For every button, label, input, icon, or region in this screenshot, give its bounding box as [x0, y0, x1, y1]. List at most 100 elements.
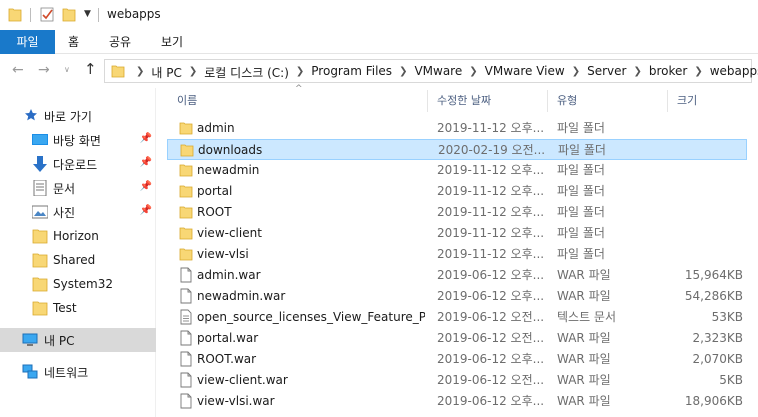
file-size — [668, 140, 744, 161]
sidebar-item-system32[interactable]: System32 — [0, 272, 156, 296]
column-header-date[interactable]: 수정한 날짜 — [437, 88, 547, 114]
file-date: 2019-06-12 오후... — [437, 289, 545, 303]
column-divider[interactable] — [427, 90, 428, 112]
sidebar-item-pictures[interactable]: 사진 📌 — [0, 200, 156, 224]
forward-arrow-icon[interactable]: → — [38, 62, 50, 78]
folder-icon — [32, 253, 48, 268]
folder-icon — [179, 248, 193, 261]
pin-icon[interactable]: 📌 — [140, 157, 152, 168]
file-size — [667, 181, 743, 202]
folder-icon[interactable] — [8, 6, 22, 22]
column-header-size[interactable]: 크기 — [677, 88, 747, 114]
sidebar-item-documents[interactable]: 문서 📌 — [0, 176, 156, 200]
file-name: newadmin.war — [197, 289, 286, 303]
file-name: ROOT.war — [197, 352, 257, 366]
chevron-right-icon[interactable]: ❯ — [296, 64, 304, 81]
file-size: 2,323KB — [692, 331, 743, 345]
tab-home[interactable]: 홈 — [60, 30, 87, 54]
table-row[interactable]: admin 2019-11-12 오후... 파일 폴더 — [167, 118, 747, 139]
file-type: WAR 파일 — [557, 331, 611, 345]
sidebar-quick-access[interactable]: 바로 가기 — [0, 104, 156, 128]
pin-icon[interactable]: 📌 — [140, 205, 152, 216]
table-row[interactable]: view-client 2019-11-12 오후... 파일 폴더 — [167, 223, 747, 244]
file-date: 2019-11-12 오후... — [437, 121, 545, 135]
sidebar-item-shared[interactable]: Shared — [0, 248, 156, 272]
column-header-type[interactable]: 유형 — [557, 88, 667, 114]
table-row[interactable]: view-client.war 2019-06-12 오전... WAR 파일 5KB — [167, 370, 747, 391]
column-header-name[interactable]: 이름 — [177, 88, 417, 114]
sidebar-item-horizon[interactable]: Horizon — [0, 224, 156, 248]
tab-file[interactable]: 파일 — [0, 30, 55, 54]
table-row[interactable]: portal.war 2019-06-12 오전... WAR 파일 2,323KB — [167, 328, 747, 349]
breadcrumb-item[interactable]: broker — [649, 64, 687, 81]
table-row[interactable]: ROOT.war 2019-06-12 오후... WAR 파일 2,070KB — [167, 349, 747, 370]
breadcrumb-item[interactable]: webapps — [710, 64, 758, 81]
sidebar-item-network[interactable]: 네트워크 — [0, 360, 156, 384]
file-type: WAR 파일 — [557, 352, 611, 366]
file-type: 파일 폴더 — [558, 143, 606, 157]
breadcrumb-item[interactable]: Program Files — [311, 64, 392, 81]
new-folder-icon[interactable] — [62, 6, 76, 22]
table-row[interactable]: admin.war 2019-06-12 오후... WAR 파일 15,964KB — [167, 265, 747, 286]
breadcrumb-item[interactable]: VMware View — [485, 64, 565, 81]
breadcrumb-item[interactable]: 로컬 디스크 (C:) — [204, 64, 289, 81]
up-arrow-icon[interactable]: ↑ — [84, 60, 97, 78]
table-row[interactable]: ROOT 2019-11-12 오후... 파일 폴더 — [167, 202, 747, 223]
table-row[interactable]: newadmin.war 2019-06-12 오후... WAR 파일 54,286… — [167, 286, 747, 307]
column-divider[interactable] — [547, 90, 548, 112]
address-bar[interactable]: ❯ 내 PC ❯ 로컬 디스크 (C:) ❯ Program Files ❯ V… — [104, 59, 758, 83]
folder-icon — [179, 206, 193, 219]
sidebar-item-downloads[interactable]: 다운로드 📌 — [0, 152, 156, 176]
table-row[interactable]: newadmin 2019-11-12 오후... 파일 폴더 — [167, 160, 747, 181]
sidebar-item-label: System32 — [53, 277, 114, 291]
recent-locations-chevron-icon[interactable]: ∨ — [64, 65, 70, 74]
computer-icon — [22, 333, 38, 346]
picture-icon — [32, 205, 48, 219]
table-row[interactable]: view-vlsi 2019-11-12 오후... 파일 폴더 — [167, 244, 747, 265]
file-size — [667, 223, 743, 244]
chevron-right-icon[interactable]: ❯ — [399, 64, 407, 81]
file-icon — [180, 330, 192, 346]
chevron-right-icon[interactable]: ❯ — [469, 64, 477, 81]
chevron-right-icon[interactable]: ❯ — [694, 64, 702, 81]
pin-icon[interactable]: 📌 — [140, 133, 152, 144]
breadcrumb-item[interactable]: 내 PC — [151, 64, 181, 81]
file-icon — [180, 351, 192, 367]
tab-view[interactable]: 보기 — [153, 30, 191, 54]
file-name: portal.war — [197, 331, 259, 345]
table-row[interactable]: view-vlsi.war 2019-06-12 오후... WAR 파일 18,90… — [167, 391, 747, 412]
chevron-right-icon[interactable]: ❯ — [572, 64, 580, 81]
sidebar-item-this-pc[interactable]: 내 PC — [0, 328, 156, 352]
column-divider[interactable] — [667, 90, 668, 112]
properties-check-icon[interactable] — [40, 6, 54, 22]
chevron-right-icon[interactable]: ❯ — [136, 64, 144, 81]
file-date: 2020-02-19 오전... — [438, 143, 546, 157]
pin-icon[interactable]: 📌 — [140, 181, 152, 192]
chevron-right-icon[interactable]: ❯ — [189, 64, 197, 81]
breadcrumb-item[interactable]: VMware — [414, 64, 462, 81]
customize-dropdown-icon[interactable]: ▼ — [84, 9, 91, 19]
chevron-right-icon[interactable]: ❯ — [633, 64, 641, 81]
navigation-bar: ← → ∨ ↑ ❯ 내 PC ❯ 로컬 디스크 (C:) ❯ Program F… — [0, 54, 758, 88]
file-date: 2019-06-12 오후... — [437, 268, 545, 282]
back-arrow-icon[interactable]: ← — [12, 62, 24, 78]
breadcrumb-item[interactable]: Server — [587, 64, 626, 81]
file-date: 2019-06-12 오전... — [437, 310, 545, 324]
sidebar-item-label: 바로 가기 — [44, 109, 92, 124]
sidebar-item-label: Shared — [53, 253, 96, 267]
sidebar-item-test[interactable]: Test — [0, 296, 156, 320]
star-icon — [25, 109, 37, 121]
folder-icon — [111, 65, 125, 78]
breadcrumb: ❯ 내 PC ❯ 로컬 디스크 (C:) ❯ Program Files ❯ V… — [129, 64, 758, 81]
toolbar-separator — [98, 8, 99, 22]
table-row[interactable]: open_source_licenses_View_Feature_Pac...… — [167, 307, 747, 328]
table-row[interactable]: portal 2019-11-12 오후... 파일 폴더 — [167, 181, 747, 202]
file-type: 파일 폴더 — [557, 226, 605, 240]
title-bar: ▼ webapps — [0, 0, 758, 30]
sidebar-item-desktop[interactable]: 바탕 화면 📌 — [0, 128, 156, 152]
table-row[interactable]: downloads 2020-02-19 오전... 파일 폴더 — [167, 139, 747, 160]
file-list: ^ 이름 수정한 날짜 유형 크기 admin 2019-11-12 오후... 파… — [157, 84, 758, 417]
file-name: downloads — [198, 143, 263, 157]
tab-share[interactable]: 공유 — [101, 30, 139, 54]
navigation-pane: 바로 가기 바탕 화면 📌 다운로드 📌 문서 📌 사진 📌 Horizon S… — [0, 88, 156, 417]
